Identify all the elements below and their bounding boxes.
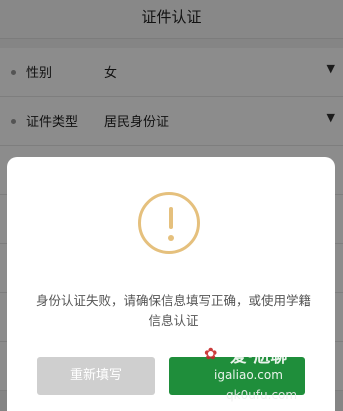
watermark-title: 爱·尬聊 (230, 347, 288, 367)
warning-dot (168, 235, 174, 241)
dialog-message: 身份认证失败，请确保信息填写正确，或使用学籍信息认证 (35, 293, 311, 328)
watermark-url: igaliao.com (214, 368, 283, 382)
watermark-url-secondary: qk0ufu.com (226, 388, 298, 402)
screen: 证件认证 性别 女 ▼ 证件类型 居民身份证 ▼ 身份认证失败，请确保信息填写正… (0, 0, 343, 411)
warning-bar (169, 207, 173, 229)
refill-button[interactable]: 重新填写 (37, 357, 155, 395)
exclamation-warning-icon (138, 192, 200, 254)
watermark: ✿ 爱·尬聊 igaliao.com qk0ufu.com (196, 340, 343, 411)
watermark-logo-icon: ✿ (204, 344, 218, 363)
